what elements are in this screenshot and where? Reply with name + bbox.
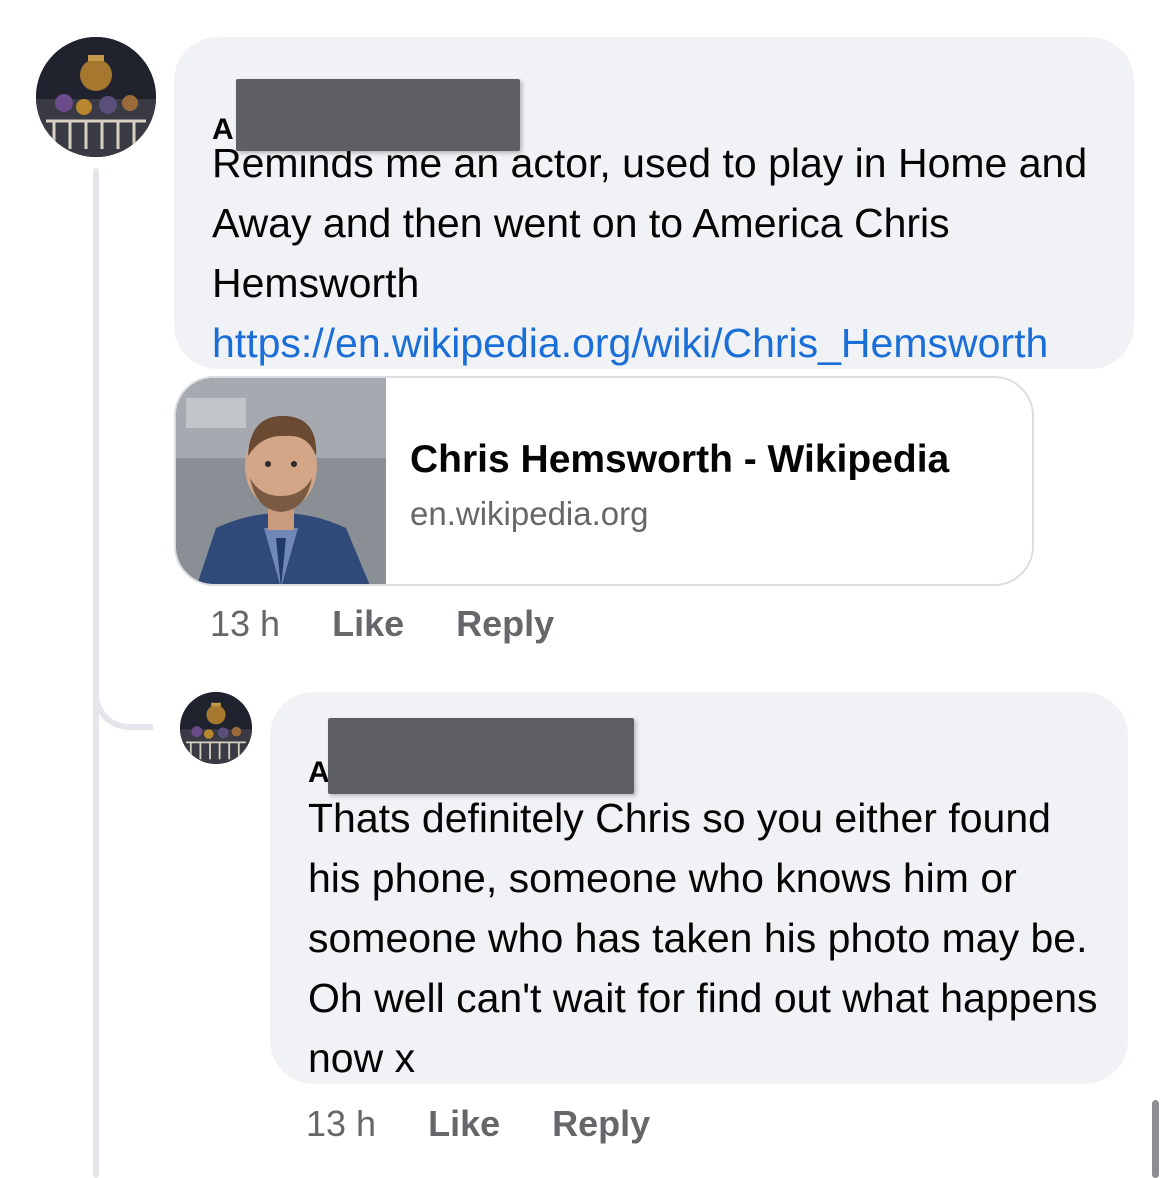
avatar[interactable] — [36, 37, 156, 157]
link-preview-title: Chris Hemsworth - Wikipedia — [410, 438, 950, 481]
reply-button[interactable]: Reply — [456, 604, 554, 644]
link-preview-thumbnail — [176, 378, 386, 584]
comment-body: Reminds me an actor, used to play in Hom… — [212, 140, 1088, 306]
redaction-block — [236, 79, 520, 151]
avatar-image — [180, 692, 252, 764]
like-button[interactable]: Like — [332, 604, 404, 644]
reply-actions: 13 h Like Reply — [306, 1104, 702, 1144]
author-initial: A — [308, 756, 330, 789]
author-name[interactable]: A — [212, 79, 1104, 151]
link-preview-domain: en.wikipedia.org — [410, 495, 649, 532]
author-initial: A — [212, 113, 234, 146]
scrollbar[interactable] — [1152, 1100, 1159, 1178]
reply-connector-curve — [93, 620, 153, 730]
comment-timestamp[interactable]: 13 h — [210, 604, 280, 644]
comment-text: Reminds me an actor, used to play in Hom… — [212, 133, 1104, 373]
wikipedia-link[interactable]: https://en.wikipedia.org/wiki/Chris_Hems… — [212, 320, 1048, 366]
reply-button[interactable]: Reply — [552, 1104, 650, 1144]
link-preview-card[interactable]: Chris Hemsworth - Wikipedia en.wikipedia… — [174, 376, 1034, 586]
like-button[interactable]: Like — [428, 1104, 500, 1144]
author-name[interactable]: A — [308, 718, 1098, 794]
redaction-block — [328, 718, 634, 794]
reply-text: Thats definitely Chris so you either fou… — [308, 795, 1098, 1081]
reply-bubble[interactable]: A Thats definitely Chris so you either f… — [270, 692, 1128, 1084]
comment-bubble[interactable]: A Reminds me an actor, used to play in H… — [174, 37, 1134, 369]
reply-timestamp[interactable]: 13 h — [306, 1104, 376, 1144]
avatar[interactable] — [180, 692, 252, 764]
avatar-image — [36, 37, 156, 157]
comment-actions: 13 h Like Reply — [210, 604, 606, 644]
